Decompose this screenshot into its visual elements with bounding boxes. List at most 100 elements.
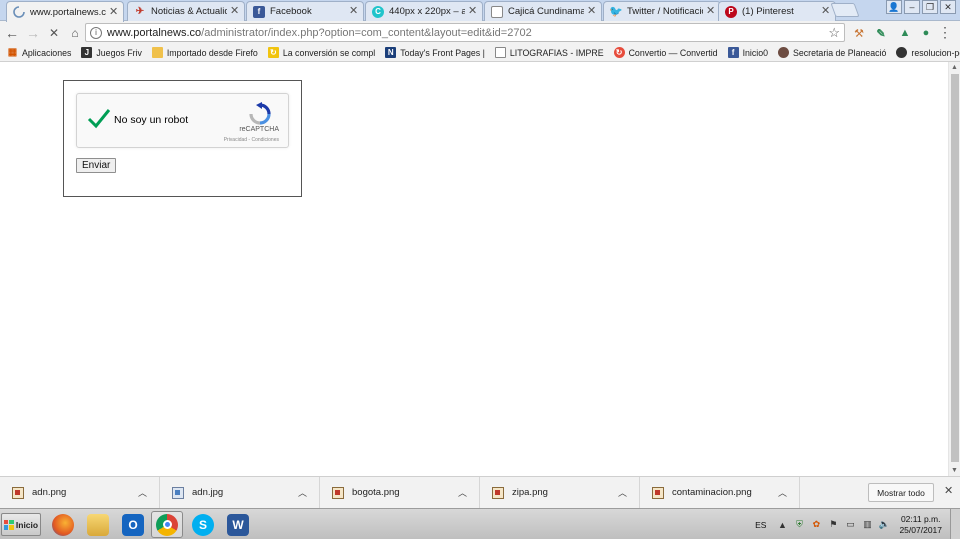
bookmark-label: Secretaria de Planeació (793, 47, 887, 58)
bookmark-item[interactable]: ↻ La conversión se compl (267, 47, 376, 58)
menu-dots-icon[interactable]: ⋮ (938, 25, 952, 39)
network-icon[interactable]: ▥ (861, 519, 873, 531)
recaptcha-logo-icon (249, 102, 271, 125)
taskbar-chrome[interactable] (151, 511, 183, 538)
chevron-up-icon[interactable]: ︿ (778, 486, 787, 499)
tab-title: Facebook (270, 6, 312, 17)
chevron-up-icon[interactable]: ︿ (458, 486, 467, 499)
twitter-icon: 🐦 (609, 6, 623, 18)
scroll-up-icon[interactable]: ▲ (951, 64, 958, 71)
firefox-icon (52, 513, 74, 536)
explorer-icon (87, 513, 109, 536)
taskbar-firefox[interactable] (47, 511, 79, 538)
download-item[interactable]: adn.png ︿ (0, 477, 160, 508)
bookmark-item[interactable]: Importado desde Firefo (151, 47, 258, 58)
forward-icon[interactable]: → (24, 24, 42, 42)
scroll-thumb[interactable] (951, 74, 959, 462)
download-item[interactable]: contaminacion.png ︿ (640, 477, 800, 508)
tab-portalnews[interactable]: www.portalnews.co/a ✕ (6, 1, 124, 22)
bookmark-item[interactable]: LITOGRAFIAS - IMPRE (494, 47, 604, 58)
extension-hammer-icon[interactable]: ⚒ (851, 25, 867, 41)
close-icon[interactable]: ✕ (230, 6, 240, 17)
recaptcha-terms[interactable]: Privacidad - Condiciones (224, 137, 279, 143)
chevron-up-icon[interactable]: ︿ (618, 486, 627, 499)
bookmark-item[interactable]: ▦ Aplicaciones (7, 47, 72, 58)
new-tab-button[interactable] (830, 3, 860, 17)
show-desktop-button[interactable] (950, 509, 960, 539)
window-close-icon[interactable]: ✕ (940, 0, 956, 14)
chevron-up-icon[interactable]: ︿ (138, 486, 147, 499)
close-icon[interactable]: ✕ (587, 6, 597, 17)
convert-icon: ↻ (267, 47, 279, 58)
tab-noticias[interactable]: ✈ Noticias & Actualidad ✕ (127, 1, 245, 21)
facebook-icon: f (727, 47, 739, 58)
bookmark-item[interactable]: f Inicio0 (727, 47, 768, 58)
tab-twitter[interactable]: 🐦 Twitter / Notificacione ✕ (603, 1, 721, 21)
avast-icon[interactable]: ✿ (810, 519, 822, 531)
language-indicator[interactable]: ES (755, 520, 766, 530)
minimize-icon[interactable]: – (904, 0, 920, 14)
taskbar-outlook[interactable]: O (117, 511, 149, 538)
bookmark-star-icon[interactable]: ☆ (828, 25, 840, 41)
bookmark-item[interactable]: J Juegos Friv (81, 47, 142, 58)
start-button[interactable]: Inicio (1, 513, 41, 536)
start-label: Inicio (15, 519, 39, 530)
tab-cajica[interactable]: Cajicá Cundinamarca ✕ (484, 1, 602, 21)
skype-icon: S (192, 513, 214, 536)
bookmark-label: LITOGRAFIAS - IMPRE (509, 47, 604, 58)
checkmark-icon[interactable] (87, 106, 111, 130)
tab-facebook[interactable]: f Facebook ✕ (246, 1, 364, 21)
display-icon[interactable]: ▭ (844, 519, 856, 531)
close-icon[interactable]: ✕ (706, 6, 716, 17)
stop-icon[interactable]: ✕ (45, 24, 63, 42)
show-hidden-icons-icon[interactable]: ▲ (776, 519, 788, 531)
tab-strip: www.portalnews.co/a ✕ ✈ Noticias & Actua… (0, 0, 960, 22)
bookmark-label: Aplicaciones (22, 47, 72, 58)
info-icon[interactable]: i (90, 26, 102, 39)
system-clock[interactable]: 02:11 p.m. 25/07/2017 (899, 514, 942, 536)
url-path: /administrator/index.php?option=com_cont… (201, 26, 532, 39)
close-icon[interactable]: ✕ (109, 6, 119, 18)
scroll-down-icon[interactable]: ▼ (951, 467, 958, 474)
close-icon[interactable]: ✕ (468, 6, 478, 17)
address-bar[interactable]: i www.portalnews.co/administrator/index.… (85, 23, 845, 42)
png-file-icon (332, 486, 344, 499)
chevron-up-icon[interactable]: ︿ (298, 486, 307, 499)
extension-evernote-icon[interactable]: ✎ (873, 25, 889, 41)
downloads-shelf: adn.png ︿ adn.jpg ︿ bogota.png ︿ zipa.pn… (0, 476, 960, 508)
download-item[interactable]: bogota.png ︿ (320, 477, 480, 508)
close-icon[interactable]: ✕ (944, 484, 953, 497)
tab-title: Cajicá Cundinamarca (508, 6, 584, 17)
extension-badge-icon[interactable]: ▲ (897, 25, 913, 41)
volume-icon[interactable]: 🔈 (878, 519, 890, 531)
bookmark-label: Importado desde Firefo (166, 47, 258, 58)
taskbar-explorer[interactable] (82, 511, 114, 538)
user-icon[interactable]: 👤 (886, 0, 902, 14)
show-all-downloads-button[interactable]: Mostrar todo (868, 483, 934, 502)
back-icon[interactable]: ← (3, 24, 21, 42)
bookmark-item[interactable]: resolucion-portafolio-20 (896, 47, 960, 58)
close-icon[interactable]: ✕ (821, 6, 831, 17)
antivirus-icon[interactable]: ⛨ (793, 519, 805, 531)
bookmark-label: La conversión se compl (282, 47, 376, 58)
extension-green-icon[interactable]: ● (918, 25, 934, 41)
submit-button[interactable]: Enviar (76, 158, 117, 173)
page-content: No soy un robot reCAPTCHA Privacidad - C… (0, 62, 948, 476)
download-item[interactable]: adn.jpg ︿ (160, 477, 320, 508)
page-scrollbar[interactable]: ▲ ▼ (948, 62, 960, 476)
tab-canva[interactable]: C 440px x 220px – adn ✕ (365, 1, 483, 21)
close-icon[interactable]: ✕ (349, 6, 359, 17)
taskbar-word[interactable]: W (222, 511, 254, 538)
tab-pinterest[interactable]: P (1) Pinterest ✕ (718, 1, 836, 21)
bookmark-item[interactable]: N Today's Front Pages | (385, 47, 485, 58)
bookmark-item[interactable]: ↻ Convertio — Convertid (613, 47, 718, 58)
home-icon[interactable]: ⌂ (66, 24, 84, 42)
download-item[interactable]: zipa.png ︿ (480, 477, 640, 508)
bookmark-item[interactable]: Secretaria de Planeació (778, 47, 886, 58)
download-filename: bogota.png (352, 487, 400, 498)
restore-icon[interactable]: ❐ (922, 0, 938, 14)
action-center-flag-icon[interactable]: ⚑ (827, 519, 839, 531)
png-file-icon (492, 486, 504, 499)
taskbar-skype[interactable]: S (187, 511, 219, 538)
jpg-file-icon (172, 486, 184, 499)
